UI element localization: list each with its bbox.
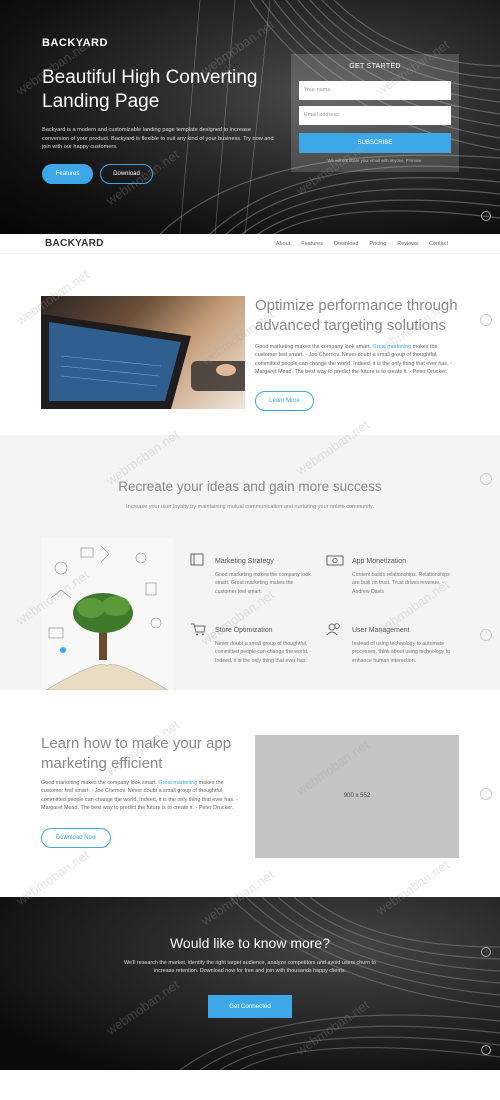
cta-circle-icon-2[interactable]: ↑ [481, 1045, 491, 1055]
section1-desc-before: Good marketing makes the company look sm… [255, 344, 373, 350]
nav-logo[interactable]: BACKYARD [45, 238, 104, 249]
feature-text-app-monetization: Content builds relationships. Relationsh… [352, 572, 450, 595]
section3-description: Good marketing makes the company look sm… [41, 779, 246, 813]
section2-title: Recreate your ideas and gain more succes… [118, 479, 382, 494]
form-title: GET STARTED [349, 63, 401, 70]
nav-links: About Features Download Pricing Reviews … [276, 241, 448, 247]
cta-background-architecture [179, 897, 500, 1070]
feature-text-store-optimization: Never doubt a small group of thoughtful,… [215, 641, 309, 664]
navbar: BACKYARD About Features Download Pricing… [0, 234, 500, 254]
get-connected-button[interactable]: Get Connected [208, 995, 292, 1018]
email-input[interactable]: Email address [299, 106, 451, 125]
nav-link-pricing[interactable]: Pricing [369, 241, 386, 247]
hero-title: Beautiful High Converting Landing Page [42, 66, 292, 114]
feature-title-store-optimization: Store Optimization [215, 627, 273, 634]
hero-title-line1: Beautiful High Converting [42, 67, 258, 88]
download-button[interactable]: Download [100, 164, 153, 184]
feature-title-marketing-strategy: Marketing Strategy [215, 558, 274, 565]
side-circle-icon-4[interactable]: ↑ [480, 788, 492, 800]
hero-description: Backyard is a modern and customizable la… [42, 127, 274, 150]
section3-desc-link[interactable]: Great marketing [158, 780, 197, 786]
scroll-up-icon[interactable]: ↑ [481, 211, 491, 221]
nav-link-about[interactable]: About [276, 241, 290, 247]
laptop-illustration [41, 314, 245, 409]
feature-text-marketing-strategy: Good marketing makes the company look sm… [215, 572, 311, 595]
section1-title: Optimize performance through advanced ta… [255, 297, 458, 334]
learn-more-button[interactable]: Learn More [255, 391, 314, 411]
nav-link-download[interactable]: Download [334, 241, 358, 247]
features-button[interactable]: Features [42, 164, 93, 184]
nav-link-features[interactable]: Features [301, 241, 323, 247]
book-icon [190, 553, 204, 566]
image-placeholder: 900 x 552 [255, 735, 459, 858]
hero-logo[interactable]: BACKYARD [42, 37, 108, 49]
feature-text-user-management: Instead of using technology to automate … [352, 641, 451, 664]
section3-desc-before: Good marketing makes the company look sm… [41, 780, 159, 786]
laptop-photo [41, 296, 245, 409]
side-circle-icon-3[interactable]: ↑ [480, 629, 492, 641]
download-now-button[interactable]: Download Now [41, 828, 111, 848]
hero-section: BACKYARD Beautiful High Converting Landi… [0, 0, 500, 234]
signup-form: GET STARTED Your name Email address SUBS… [291, 54, 459, 172]
section2-subtitle: Increase your user loyalty by maintainin… [126, 504, 374, 510]
nav-link-reviews[interactable]: Reviews [397, 241, 418, 247]
form-privacy-note: We will not share your email with anyone… [327, 158, 423, 163]
subscribe-button[interactable]: SUBSCRIBE [299, 133, 451, 153]
tree-book-illustration [45, 545, 169, 690]
feature-title-app-monetization: App Monetization [352, 558, 407, 565]
nav-link-contact[interactable]: Contact [429, 241, 448, 247]
hero-title-line2: Landing Page [42, 91, 160, 112]
cta-title: Would like to know more? [169, 935, 331, 951]
cta-section: ↑ ↑ [0, 897, 500, 1070]
section3-title: Learn how to make your app marketing eff… [41, 735, 232, 772]
cta-description: We'll research the market, identify the … [123, 960, 377, 975]
feature-title-user-management: User Management [352, 627, 410, 634]
section1-description: Good marketing makes the company look sm… [255, 343, 455, 377]
side-circle-icon[interactable]: ↑ [480, 314, 492, 326]
tree-book-photo [41, 538, 173, 690]
money-icon [326, 555, 344, 566]
cart-icon [191, 623, 206, 636]
name-input[interactable]: Your name [299, 81, 451, 100]
users-icon [326, 623, 340, 636]
section1-desc-link[interactable]: Great marketing [372, 344, 411, 350]
side-circle-icon-2[interactable]: ↑ [480, 473, 492, 485]
